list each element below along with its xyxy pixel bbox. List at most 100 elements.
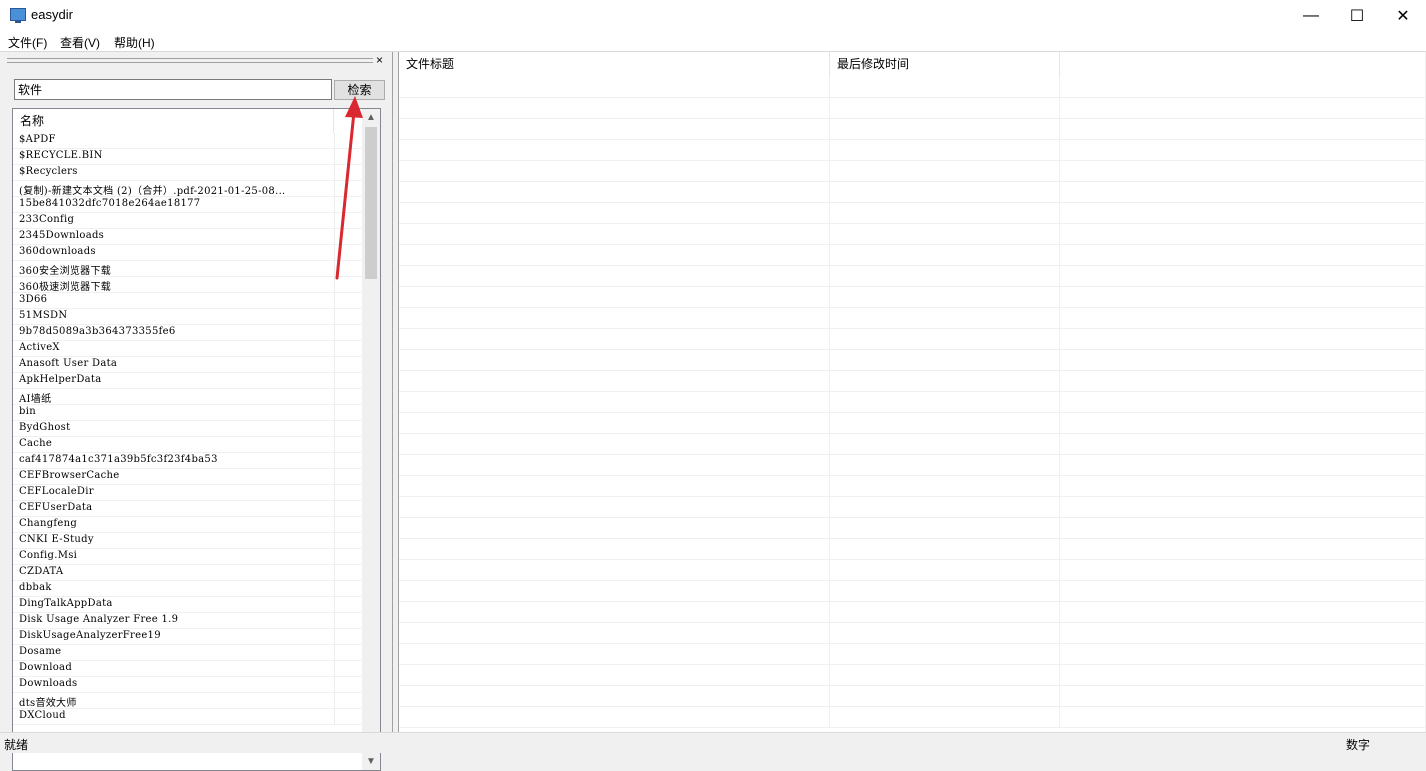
list-item-label: 3D66 [19,294,48,305]
menu-view[interactable]: 查看(V) [60,34,100,51]
table-row[interactable] [399,581,1425,602]
list-item[interactable]: ActiveX [13,341,362,357]
column-header-modified-time[interactable]: 最后修改时间 [830,52,1060,77]
close-button[interactable]: ✕ [1380,0,1426,31]
table-row[interactable] [399,329,1425,350]
table-row[interactable] [399,224,1425,245]
search-button[interactable]: 检索 [334,80,385,100]
list-item[interactable]: dts音效大师 [13,693,362,709]
list-item[interactable]: Anasoft User Data [13,357,362,373]
list-item[interactable]: Cache [13,437,362,453]
list-item[interactable]: 15be841032dfc7018e264ae18177 [13,197,362,213]
table-row[interactable] [399,644,1425,665]
scroll-down-icon[interactable]: ▼ [362,753,380,770]
list-item-label: 233Config [19,214,75,225]
table-row[interactable] [399,434,1425,455]
list-rows: $APDF $RECYCLE.BIN $Recyclers (复制)-新建文本文档 (… [13,133,362,725]
title-bar: easydir — ☐ ✕ [0,0,1426,31]
list-item[interactable]: dbbak [13,581,362,597]
table-row[interactable] [399,707,1425,728]
status-ready: 就绪 [4,738,29,752]
list-item[interactable]: BydGhost [13,421,362,437]
table-row[interactable] [399,77,1425,98]
list-item[interactable]: 9b78d5089a3b364373355fe6 [13,325,362,341]
list-item[interactable]: CNKI E-Study [13,533,362,549]
list-item[interactable]: $RECYCLE.BIN [13,149,362,165]
table-row[interactable] [399,350,1425,371]
table-row[interactable] [399,455,1425,476]
list-item[interactable]: 2345Downloads [13,229,362,245]
list-item[interactable]: bin [13,405,362,421]
file-list-pane[interactable]: 文件标题 最后修改时间 [398,52,1425,732]
table-row[interactable] [399,203,1425,224]
search-input[interactable] [14,79,332,100]
list-item[interactable]: Dosame [13,645,362,661]
list-item[interactable]: CEFLocaleDir [13,485,362,501]
pane-grip[interactable] [7,58,373,63]
table-row[interactable] [399,602,1425,623]
table-row[interactable] [399,392,1425,413]
list-item[interactable]: Config.Msi [13,549,362,565]
list-item[interactable]: Changfeng [13,517,362,533]
list-item[interactable]: CEFBrowserCache [13,469,362,485]
list-item-label: $RECYCLE.BIN [19,150,103,161]
menu-bar: 文件(F) 查看(V) 帮助(H) [0,31,1426,52]
list-item-label: $Recyclers [19,166,78,177]
table-row[interactable] [399,665,1425,686]
table-row[interactable] [399,518,1425,539]
table-row[interactable] [399,686,1425,707]
column-header-file-title[interactable]: 文件标题 [399,52,830,77]
minimize-button[interactable]: — [1288,0,1334,31]
table-row[interactable] [399,497,1425,518]
list-item[interactable]: 233Config [13,213,362,229]
window-title: easydir [31,7,73,22]
table-row[interactable] [399,413,1425,434]
list-item[interactable]: 3D66 [13,293,362,309]
menu-file[interactable]: 文件(F) [8,34,47,51]
scroll-thumb[interactable] [365,127,377,279]
column-header-name[interactable]: 名称 [13,109,334,133]
list-item[interactable]: AI墙纸 [13,389,362,405]
list-item[interactable]: CEFUserData [13,501,362,517]
list-item[interactable]: DingTalkAppData [13,597,362,613]
table-row[interactable] [399,182,1425,203]
list-item[interactable]: 51MSDN [13,309,362,325]
list-item[interactable]: Download [13,661,362,677]
table-row[interactable] [399,266,1425,287]
list-item[interactable]: 360安全浏览器下载 [13,261,362,277]
table-row[interactable] [399,371,1425,392]
vertical-scrollbar[interactable]: ▲ ▼ [362,109,380,770]
table-row[interactable] [399,308,1425,329]
list-item[interactable]: Downloads [13,677,362,693]
scroll-up-icon[interactable]: ▲ [362,109,380,126]
list-item[interactable]: (复制)-新建文本文档 (2)（合并）.pdf-2021-01-25-08... [13,181,362,197]
list-item[interactable]: caf417874a1c371a39b5fc3f23f4ba53 [13,453,362,469]
menu-help[interactable]: 帮助(H) [114,34,155,51]
list-item[interactable]: Disk Usage Analyzer Free 1.9 [13,613,362,629]
table-row[interactable] [399,539,1425,560]
table-row[interactable] [399,623,1425,644]
list-item-label: 51MSDN [19,310,68,321]
list-item[interactable]: CZDATA [13,565,362,581]
list-item-label: CNKI E-Study [19,534,94,545]
list-item[interactable]: 360极速浏览器下载 [13,277,362,293]
list-item[interactable]: DiskUsageAnalyzerFree19 [13,629,362,645]
table-row[interactable] [399,560,1425,581]
table-row[interactable] [399,161,1425,182]
table-row[interactable] [399,245,1425,266]
list-item[interactable]: 360downloads [13,245,362,261]
table-row[interactable] [399,119,1425,140]
column-header-empty[interactable] [1060,52,1425,77]
list-item-label: AI墙纸 [19,394,52,405]
list-item[interactable]: DXCloud [13,709,362,725]
list-item[interactable]: $Recyclers [13,165,362,181]
table-row[interactable] [399,476,1425,497]
list-item[interactable]: $APDF [13,133,362,149]
table-row[interactable] [399,98,1425,119]
maximize-button[interactable]: ☐ [1334,0,1380,31]
folder-list[interactable]: 名称 $APDF $RECYCLE.BIN $Recyclers (复制)-新建文本文… [12,108,381,771]
pane-close-icon[interactable]: × [376,53,383,67]
table-row[interactable] [399,140,1425,161]
list-item[interactable]: ApkHelperData [13,373,362,389]
table-row[interactable] [399,287,1425,308]
